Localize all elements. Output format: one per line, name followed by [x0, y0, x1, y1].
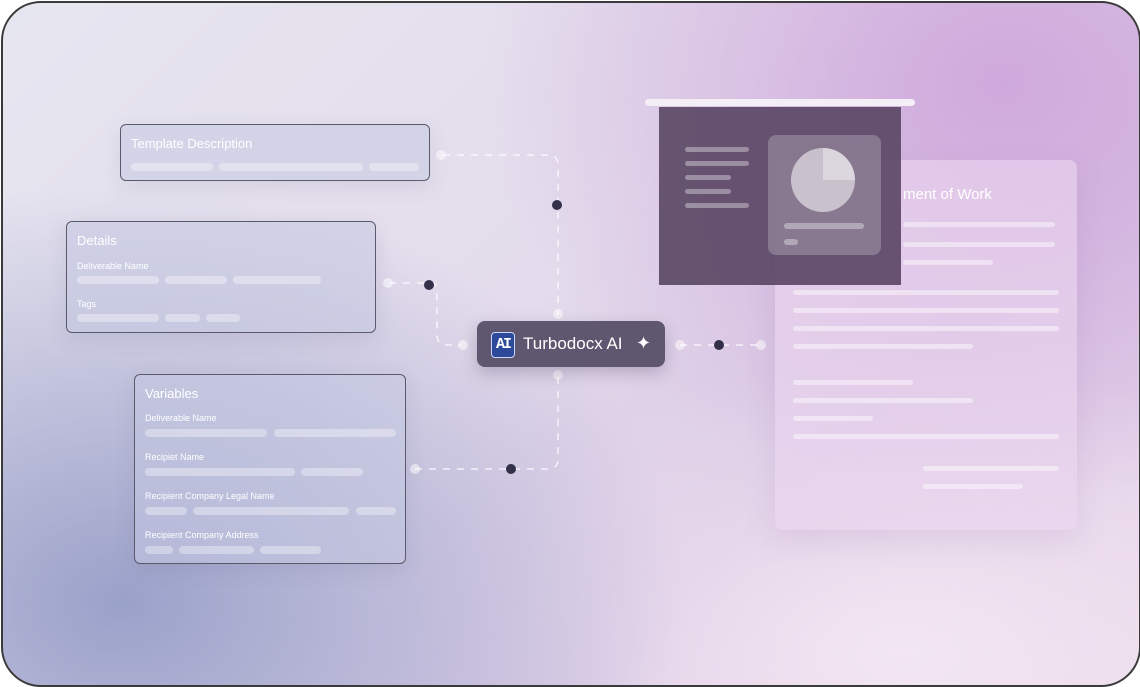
placeholder-line — [260, 546, 321, 554]
placeholder-line — [923, 466, 1059, 471]
placeholder-line — [685, 203, 749, 208]
placeholder-line — [685, 161, 749, 166]
field-label: Recipient Company Legal Name — [145, 491, 275, 501]
placeholder-line — [793, 380, 913, 385]
ai-node-label: Turbodocx AI — [523, 334, 623, 353]
placeholder-line — [793, 344, 973, 349]
connector-variables-to-ai — [415, 375, 559, 470]
field-label: Deliverable Name — [145, 413, 217, 423]
card-title: Template Description — [131, 136, 253, 151]
placeholder-line — [206, 314, 240, 322]
placeholder-line — [784, 223, 864, 229]
placeholder-line — [179, 546, 254, 554]
template-description-card[interactable]: Template Description — [120, 124, 430, 181]
placeholder-line — [903, 260, 993, 265]
turbodocx-ai-node[interactable]: AI Turbodocx AI ✦ — [477, 321, 665, 367]
placeholder-line — [793, 398, 973, 403]
field-label: Deliverable Name — [77, 261, 149, 271]
placeholder-line — [903, 242, 1055, 247]
placeholder-line — [793, 290, 1059, 295]
placeholder-line — [131, 163, 213, 171]
sparkle-icon: ✦ — [636, 333, 652, 353]
placeholder-line — [923, 484, 1023, 489]
placeholder-line — [685, 189, 731, 194]
field-label: Tags — [77, 299, 97, 309]
placeholder-line — [301, 468, 363, 476]
placeholder-line — [784, 239, 798, 245]
connector-node — [714, 340, 724, 350]
placeholder-line — [219, 163, 363, 171]
connector-node — [506, 464, 516, 474]
placeholder-line — [193, 507, 349, 515]
port-ai-top[interactable] — [553, 309, 563, 319]
placeholder-line — [77, 314, 159, 322]
variables-card[interactable]: Variables Deliverable Name Recipiet Name… — [134, 374, 406, 564]
placeholder-line — [685, 175, 731, 180]
placeholder-line — [145, 468, 295, 476]
connector-node — [424, 280, 434, 290]
field-label: Recipient Company Address — [145, 530, 259, 540]
placeholder-line — [145, 429, 267, 437]
card-title: Details — [77, 233, 117, 248]
placeholder-line — [274, 429, 396, 437]
connector-template-to-ai — [443, 154, 559, 315]
port-variables-out[interactable] — [410, 464, 420, 474]
port-details-out[interactable] — [383, 278, 393, 288]
placeholder-line — [793, 434, 1059, 439]
placeholder-line — [793, 326, 1059, 331]
placeholder-line — [165, 314, 200, 322]
placeholder-line — [793, 308, 1059, 313]
canvas-frame: Template Description Details Deliverable… — [1, 1, 1140, 687]
placeholder-line — [145, 546, 173, 554]
card-title: Variables — [145, 386, 199, 401]
details-card[interactable]: Details Deliverable Name Tags — [66, 221, 376, 333]
placeholder-line — [369, 163, 419, 171]
port-document-in[interactable] — [756, 340, 766, 350]
port-ai-left[interactable] — [458, 340, 468, 350]
chart-card — [768, 135, 881, 255]
pie-slice — [823, 148, 855, 180]
connector-details-to-ai — [389, 282, 461, 346]
placeholder-line — [356, 507, 396, 515]
port-template-out[interactable] — [436, 150, 446, 160]
turbodocx-logo-icon: AI — [491, 332, 515, 358]
presentation-top-bar — [645, 99, 915, 106]
placeholder-line — [685, 147, 749, 152]
placeholder-line — [233, 276, 321, 284]
field-label: Recipiet Name — [145, 452, 205, 462]
pie-chart-icon — [791, 148, 855, 212]
connector-node — [552, 200, 562, 210]
placeholder-line — [77, 276, 159, 284]
placeholder-line — [165, 276, 227, 284]
port-ai-bottom[interactable] — [553, 370, 563, 380]
presentation-slide[interactable] — [659, 107, 901, 285]
placeholder-line — [903, 222, 1055, 227]
placeholder-line — [793, 416, 873, 421]
placeholder-line — [145, 507, 187, 515]
document-title: ment of Work — [903, 186, 992, 203]
port-ai-right[interactable] — [675, 340, 685, 350]
